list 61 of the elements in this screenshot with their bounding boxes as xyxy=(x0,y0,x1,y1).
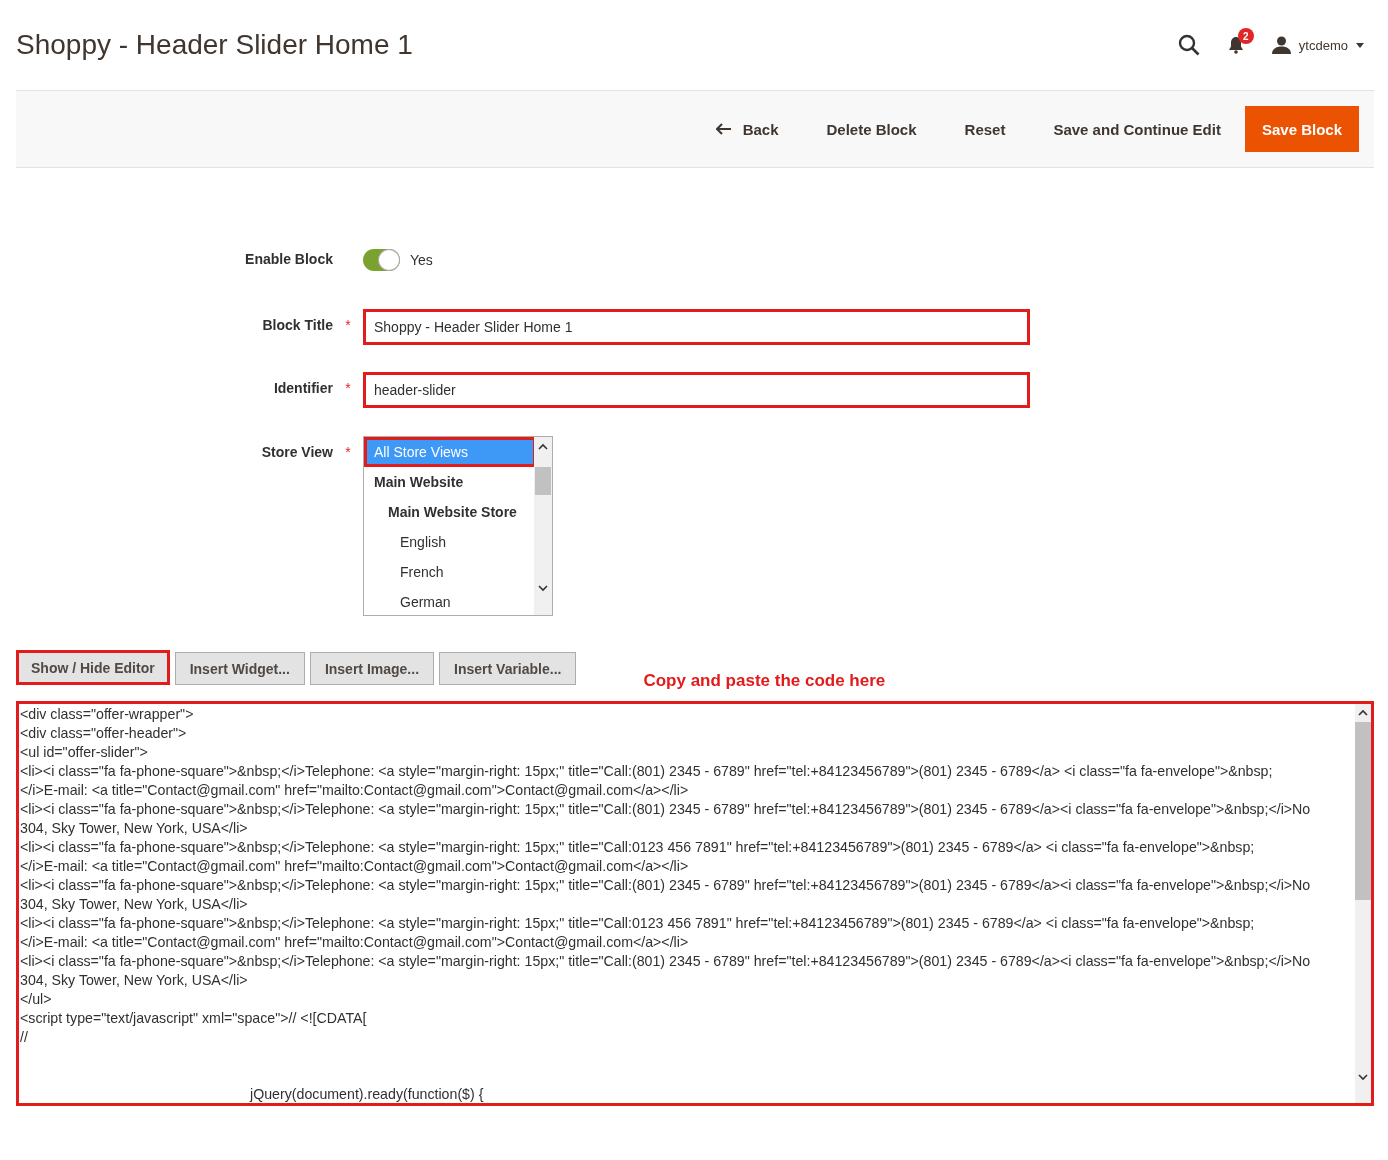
editor-button[interactable]: Insert Variable... xyxy=(439,652,577,685)
toggle-switch[interactable] xyxy=(363,249,400,271)
scroll-down-icon[interactable] xyxy=(538,585,548,592)
store-option[interactable]: Main Website xyxy=(364,467,536,497)
scroll-up-icon[interactable] xyxy=(538,443,548,450)
code-line: <ul id="offer-slider"> xyxy=(20,743,149,762)
code-line: </ul> xyxy=(20,990,53,1009)
code-line: <li><i class="fa fa-phone-square">&nbsp;</i>Telephone: <a style="margin-right: 15px;" title="Call:(801) 2345 - 6789" href="tel:+84123456789">(801) 2345 - 6789</a><i class="fa fa-envelope">&nbsp;</i>No xyxy=(20,952,1312,971)
user-icon xyxy=(1271,36,1291,54)
code-line: <li><i class="fa fa-phone-square">&nbsp;</i>Telephone: <a style="margin-right: 15px;" title="Call:(801) 2345 - 6789" href="tel:+84123456789">(801) 2345 - 6789</a><i class="fa fa-envelope">&nbsp;</i>No xyxy=(20,800,1312,819)
bell-icon[interactable] xyxy=(1227,36,1244,54)
code-line: 304, Sky Tower, New York, USA</li> xyxy=(20,895,249,914)
code-line: jQuery(document).ready(function($) { xyxy=(248,1085,485,1103)
store-list[interactable]: All Store Views Main Website Main Website Store English French German xyxy=(363,436,553,616)
field-label: Enable Block xyxy=(245,251,333,267)
field-label: Identifier xyxy=(273,380,333,396)
required-mark: * xyxy=(345,444,351,460)
field-label: Store View xyxy=(261,444,333,460)
action-button[interactable]: Save and Continue Edit xyxy=(1029,108,1245,150)
code-line: <div class="offer-wrapper"> xyxy=(20,705,195,724)
page-title: Shoppy - Header Slider Home 1 xyxy=(16,29,414,61)
code-line: 304, Sky Tower, New York, USA</li> xyxy=(20,819,249,838)
scroll-up-icon[interactable] xyxy=(1358,709,1368,716)
scroll-down-icon[interactable] xyxy=(1358,1074,1368,1081)
notification-badge: 2 xyxy=(1237,28,1254,44)
search-icon[interactable] xyxy=(1177,34,1200,56)
action-button[interactable]: Delete Block xyxy=(802,108,941,150)
code-line: // xyxy=(20,1028,29,1047)
store-option[interactable]: French xyxy=(364,557,536,587)
arrow-left-icon xyxy=(715,123,731,135)
caret-icon[interactable] xyxy=(1356,42,1364,48)
code-line: <li><i class="fa fa-phone-square">&nbsp;</i>Telephone: <a style="margin-right: 15px;" title="Call:0123 456 7891" href="tel:+84123456789">(801) 2345 - 6789</a> <i class="fa fa-envelope">&nbsp; xyxy=(20,914,1256,933)
editor-button[interactable]: Insert Widget... xyxy=(174,652,305,685)
required-mark: * xyxy=(345,317,351,333)
code-line: </i>E-mail: <a title="Contact@gmail.com" href="mailto:Contact@gmail.com">Contact@gmail.com</a></li> xyxy=(20,857,690,876)
code-line: <div class="offer-header"> xyxy=(20,724,188,743)
scrollbar-thumb[interactable] xyxy=(535,467,551,495)
code-line: 304, Sky Tower, New York, USA</li> xyxy=(20,971,249,990)
text-field[interactable]: Shoppy - Header Slider Home 1 xyxy=(363,309,1030,345)
scrollbar-thumb[interactable] xyxy=(1355,722,1371,900)
field-label: Block Title xyxy=(262,317,333,333)
required-mark: * xyxy=(345,380,351,396)
editor-button[interactable]: Show / Hide Editor xyxy=(16,650,170,685)
annotation-text: Copy and paste the code here xyxy=(643,671,886,691)
store-option[interactable]: German xyxy=(364,587,536,615)
store-option[interactable]: Main Website Store xyxy=(364,497,536,527)
code-line: <li><i class="fa fa-phone-square">&nbsp;</i>Telephone: <a style="margin-right: 15px;" title="Call:0123 456 7891" href="tel:+84123456789">(801) 2345 - 6789</a> <i class="fa fa-envelope">&nbsp; xyxy=(20,838,1256,857)
code-line: </i>E-mail: <a title="Contact@gmail.com" href="mailto:Contact@gmail.com">Contact@gmail.com</a></li> xyxy=(20,781,690,800)
store-option[interactable]: English xyxy=(364,527,536,557)
code-line: <script type="text/javascript" xml="space">// <![CDATA[ xyxy=(20,1009,368,1028)
save-button[interactable]: Save Block xyxy=(1244,106,1359,152)
action-button[interactable]: Reset xyxy=(940,108,1030,150)
code-line: <li><i class="fa fa-phone-square">&nbsp;</i>Telephone: <a style="margin-right: 15px;" title="Call:(801) 2345 - 6789" href="tel:+84123456789">(801) 2345 - 6789</a> <i class="fa fa-envelope">&nbsp; xyxy=(20,762,1274,781)
text-field[interactable]: header-slider xyxy=(363,372,1030,408)
code-editor[interactable] xyxy=(16,701,1374,1106)
code-line: </i>E-mail: <a title="Contact@gmail.com" href="mailto:Contact@gmail.com">Contact@gmail.com</a></li> xyxy=(20,933,690,952)
editor-button[interactable]: Insert Image... xyxy=(309,652,435,685)
toggle-label: Yes xyxy=(410,252,433,268)
code-line: <li><i class="fa fa-phone-square">&nbsp;</i>Telephone: <a style="margin-right: 15px;" title="Call:(801) 2345 - 6789" href="tel:+84123456789">(801) 2345 - 6789</a><i class="fa fa-envelope">&nbsp;</i>No xyxy=(20,876,1312,895)
action-button[interactable]: Back xyxy=(691,108,803,150)
user-name[interactable]: ytcdemo xyxy=(1298,37,1348,53)
